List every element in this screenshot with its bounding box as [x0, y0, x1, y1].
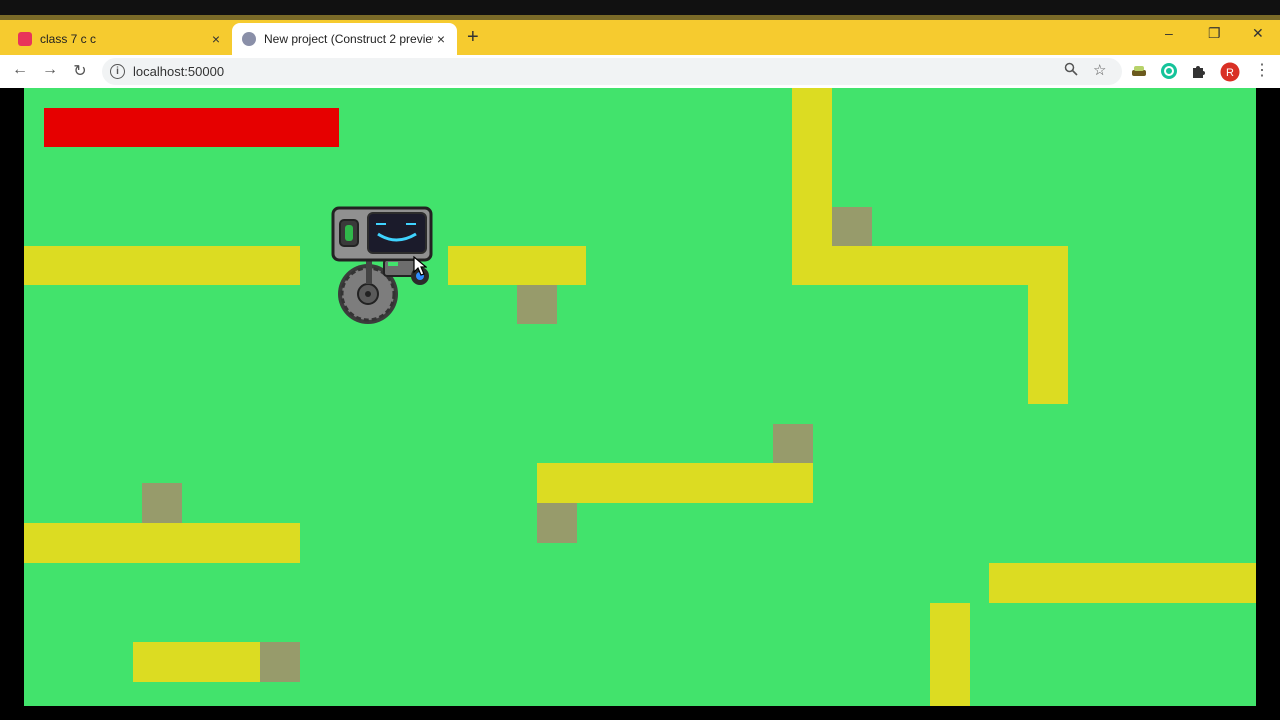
reload-icon[interactable]: ↻ — [70, 61, 90, 81]
health-bar — [44, 108, 339, 147]
crate — [773, 424, 813, 463]
profile-initial: R — [1226, 67, 1234, 79]
url-text: localhost:50000 — [133, 64, 225, 79]
crate — [260, 642, 300, 682]
platform — [133, 642, 261, 682]
platform — [537, 463, 813, 503]
crate — [142, 483, 182, 523]
new-tab-button[interactable]: + — [467, 26, 479, 48]
address-bar[interactable]: i localhost:50000 ☆ — [102, 58, 1122, 85]
zoom-icon[interactable] — [1064, 62, 1078, 79]
site-info-icon[interactable]: i — [110, 64, 125, 79]
bookmark-star-icon[interactable]: ☆ — [1093, 61, 1106, 79]
platform — [448, 246, 586, 285]
screen-top-strip — [0, 0, 1280, 15]
extensions-puzzle-icon[interactable] — [1190, 62, 1208, 80]
platform — [989, 563, 1256, 603]
tab-new-project[interactable]: New project (Construct 2 preview × — [232, 23, 457, 55]
wall — [930, 603, 970, 706]
crate — [537, 503, 577, 543]
crate — [832, 207, 872, 246]
forward-arrow-icon[interactable]: → — [40, 61, 60, 79]
tab-close-icon[interactable]: × — [208, 31, 224, 47]
tab-close-icon[interactable]: × — [433, 31, 449, 47]
platform — [24, 523, 300, 563]
browser-toolbar: ← → ↻ i localhost:50000 ☆ R ⋮ — [0, 55, 1280, 88]
kebab-menu-icon[interactable]: ⋮ — [1252, 60, 1272, 80]
crate — [517, 285, 557, 324]
platform — [24, 246, 300, 285]
wall — [1028, 246, 1068, 404]
game-canvas[interactable] — [24, 88, 1256, 706]
construct-favicon-icon — [242, 32, 256, 46]
profile-avatar[interactable]: R — [1220, 62, 1240, 82]
restore-button[interactable]: ❐ — [1208, 25, 1221, 42]
minimize-button[interactable]: – — [1165, 25, 1173, 41]
tab-class-7[interactable]: class 7 c c × — [8, 23, 232, 55]
tab-title: class 7 c c — [40, 32, 97, 46]
platform — [792, 246, 1068, 285]
back-arrow-icon[interactable]: ← — [10, 61, 30, 79]
tab-bar: class 7 c c × New project (Construct 2 p… — [0, 20, 1280, 55]
mouse-cursor-icon — [413, 256, 427, 276]
extension-tray-icon[interactable] — [1130, 62, 1148, 80]
tab-title: New project (Construct 2 preview — [264, 32, 433, 46]
grammarly-icon[interactable] — [1160, 62, 1178, 80]
classroom-favicon-icon — [18, 32, 32, 46]
window-close-button[interactable]: ✕ — [1252, 25, 1264, 42]
